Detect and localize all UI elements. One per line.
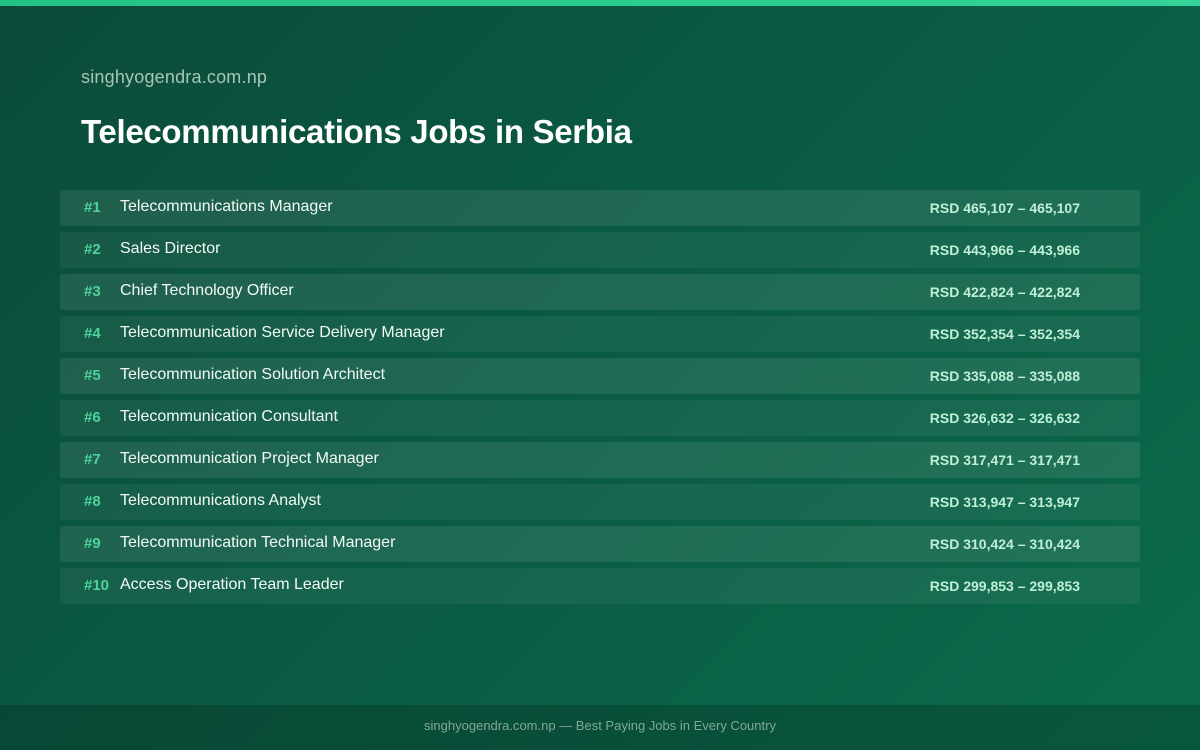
job-rank: #2 <box>84 241 101 258</box>
job-title: Telecommunication Technical Manager <box>120 534 396 551</box>
job-title: Telecommunications Manager <box>120 198 333 215</box>
job-title: Telecommunication Consultant <box>120 408 338 425</box>
job-salary: RSD 335,088 – 335,088 <box>929 368 1080 384</box>
job-title: Telecommunication Project Manager <box>120 450 379 467</box>
job-rank: #10 <box>84 577 110 594</box>
job-rank: #8 <box>84 493 101 510</box>
job-rank: #7 <box>84 451 101 468</box>
job-salary: RSD 443,966 – 443,966 <box>929 242 1080 258</box>
job-salary: RSD 422,824 – 422,824 <box>929 284 1080 300</box>
jobs-list: #1 Telecommunications Manager RSD 465,10… <box>60 190 1140 610</box>
job-salary: RSD 317,471 – 317,471 <box>929 452 1080 468</box>
job-row: #9 Telecommunication Technical Manager R… <box>60 526 1140 562</box>
job-rank: #1 <box>84 199 101 216</box>
job-title: Access Operation Team Leader <box>120 576 344 593</box>
job-rank: #9 <box>84 535 101 552</box>
job-salary: RSD 326,632 – 326,632 <box>929 410 1080 426</box>
job-row: #7 Telecommunication Project Manager RSD… <box>60 442 1140 478</box>
job-rank: #6 <box>84 409 101 426</box>
job-rank: #5 <box>84 367 101 384</box>
job-row: #3 Chief Technology Officer RSD 422,824 … <box>60 274 1140 310</box>
job-title: Chief Technology Officer <box>120 282 294 299</box>
job-row: #1 Telecommunications Manager RSD 465,10… <box>60 190 1140 226</box>
job-title: Telecommunication Solution Architect <box>120 366 386 383</box>
job-row: #2 Sales Director RSD 443,966 – 443,966 <box>60 232 1140 268</box>
job-title: Telecommunications Analyst <box>120 492 321 509</box>
job-row: #8 Telecommunications Analyst RSD 313,94… <box>60 484 1140 520</box>
job-salary: RSD 299,853 – 299,853 <box>929 578 1080 594</box>
job-rank: #4 <box>84 325 101 342</box>
footer-text: singhyogendra.com.np — Best Paying Jobs … <box>424 718 776 733</box>
job-salary: RSD 310,424 – 310,424 <box>929 536 1080 552</box>
site-name: singhyogendra.com.np <box>81 67 268 87</box>
top-accent-bar <box>0 0 1200 6</box>
job-rank: #3 <box>84 283 101 300</box>
job-row: #4 Telecommunication Service Delivery Ma… <box>60 316 1140 352</box>
job-title: Telecommunication Service Delivery Manag… <box>120 324 445 341</box>
job-salary: RSD 313,947 – 313,947 <box>929 494 1080 510</box>
job-title: Sales Director <box>120 240 221 257</box>
job-row: #6 Telecommunication Consultant RSD 326,… <box>60 400 1140 436</box>
page-title: Telecommunications Jobs in Serbia <box>81 113 632 150</box>
job-salary: RSD 465,107 – 465,107 <box>929 200 1080 216</box>
job-row: #10 Access Operation Team Leader RSD 299… <box>60 568 1140 604</box>
job-row: #5 Telecommunication Solution Architect … <box>60 358 1140 394</box>
footer: singhyogendra.com.np — Best Paying Jobs … <box>0 705 1200 750</box>
job-salary: RSD 352,354 – 352,354 <box>929 326 1080 342</box>
